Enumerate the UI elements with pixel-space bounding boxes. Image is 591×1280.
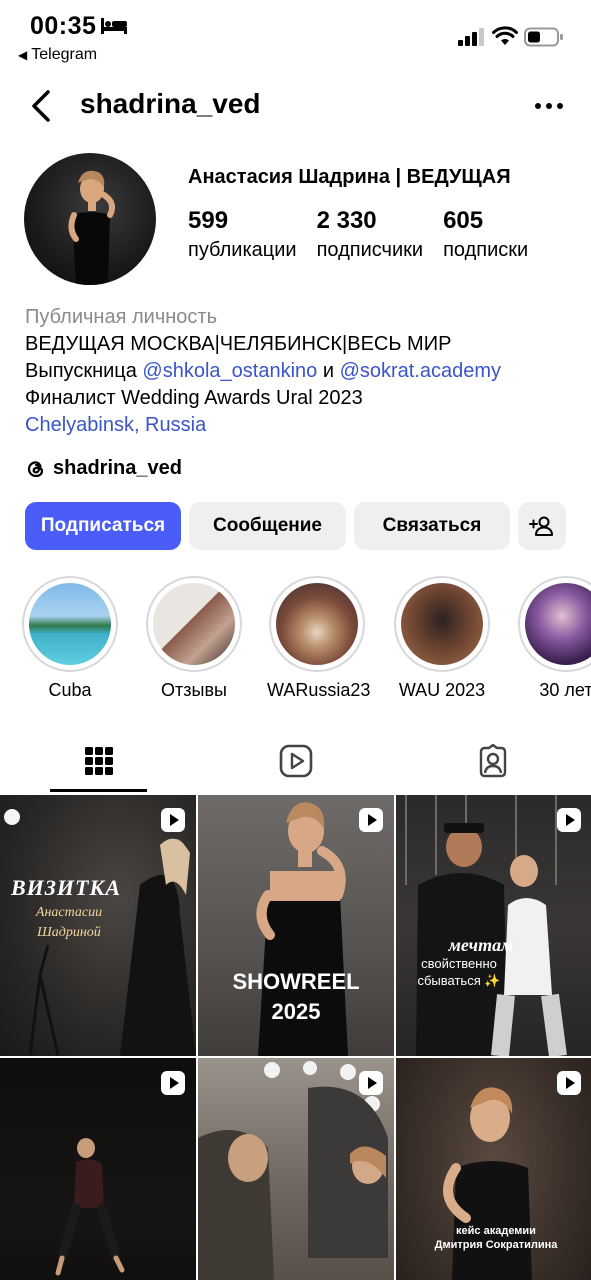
reel-badge-icon xyxy=(161,1071,185,1095)
profile-content-tabs xyxy=(0,728,591,794)
cellular-signal-icon xyxy=(458,28,484,46)
highlight-cuba[interactable]: Cuba xyxy=(20,576,120,701)
post-subtitle: Анастасии Шадриной xyxy=(35,905,103,940)
contact-button[interactable]: Связаться xyxy=(354,502,510,550)
status-bar: 00:35 ◀ Telegram xyxy=(0,0,591,78)
profile-nav-bar: shadrina_ved xyxy=(0,80,591,132)
stat-followers[interactable]: 2 330 подписчики xyxy=(317,206,423,264)
post-tile[interactable]: кейс академии Дмитрия Сократилина xyxy=(396,1058,591,1280)
wifi-icon xyxy=(492,26,518,45)
highlight-ring xyxy=(394,576,490,672)
bio-line: Финалист Wedding Awards Ural 2023 xyxy=(25,387,363,409)
post-title: SHOWREEL xyxy=(232,969,360,994)
sleep-focus-icon xyxy=(101,18,127,34)
highlight-label: WAU 2023 xyxy=(398,680,486,700)
more-options-icon[interactable] xyxy=(534,102,564,110)
bio-text: Выпускница xyxy=(25,360,143,382)
post-subtitle: свойственно сбываться ✨ xyxy=(417,956,501,988)
profile-category: Публичная личность xyxy=(25,306,217,328)
stat-following[interactable]: 605 подписки xyxy=(443,206,528,264)
bio-text: и xyxy=(317,360,340,382)
highlight-warussia23[interactable]: WARussia23 xyxy=(267,576,371,701)
highlight-cover xyxy=(525,583,591,665)
posts-grid: ВИЗИТКА Анастасии Шадриной SHOWREEL 2025 xyxy=(0,795,591,1280)
tagged-icon xyxy=(479,744,506,778)
stat-value: 605 xyxy=(443,207,484,234)
highlight-label: Cuba xyxy=(48,680,92,700)
post-tile[interactable]: SHOWREEL 2025 xyxy=(198,795,394,1056)
post-tile[interactable]: мечтам свойственно сбываться ✨ xyxy=(396,795,591,1056)
post-subtitle: Дмитрия Сократилина xyxy=(434,1239,558,1251)
mention-link[interactable]: @sokrat.academy xyxy=(340,360,501,382)
bio-line-mentions: Выпускница @shkola_ostankino и @sokrat.a… xyxy=(25,358,501,385)
profile-avatar[interactable] xyxy=(24,153,156,285)
location-link[interactable]: Chelyabinsk, Russia xyxy=(25,412,501,439)
avatar-photo xyxy=(68,170,115,285)
threads-link[interactable]: shadrina_ved xyxy=(25,457,182,480)
profile-username: shadrina_ved xyxy=(80,88,261,119)
back-triangle-icon: ◀ xyxy=(18,48,28,62)
reel-badge-icon xyxy=(557,808,581,832)
post-thumbnail xyxy=(405,795,567,1056)
post-tile[interactable] xyxy=(198,1058,394,1280)
threads-icon xyxy=(27,460,44,477)
stat-value: 599 xyxy=(188,207,229,234)
profile-full-name: Анастасия Шадрина | ВЕДУЩАЯ xyxy=(188,166,511,188)
follow-button[interactable]: Подписаться xyxy=(25,502,181,550)
add-user-icon xyxy=(529,516,553,536)
highlight-label: Отзывы xyxy=(161,680,227,700)
status-time: 00:35 xyxy=(30,12,97,40)
post-tile[interactable] xyxy=(0,1058,196,1280)
reel-badge-icon xyxy=(161,808,185,832)
back-to-app-link[interactable]: ◀ Telegram xyxy=(18,46,97,64)
highlight-label: WARussia23 xyxy=(267,680,371,700)
reels-icon xyxy=(279,744,312,778)
highlight-ring xyxy=(518,576,591,672)
bio-line: ВЕДУЩАЯ МОСКВА|ЧЕЛЯБИНСК|ВЕСЬ МИР xyxy=(25,333,452,355)
message-button[interactable]: Сообщение xyxy=(189,502,346,550)
highlight-cover xyxy=(153,583,235,665)
stat-label: подписчики xyxy=(316,239,424,261)
threads-handle: shadrina_ved xyxy=(53,457,182,479)
post-subtitle: 2025 xyxy=(271,999,321,1024)
highlight-cover xyxy=(29,583,111,665)
post-title: ВИЗИТКА xyxy=(10,875,122,900)
tab-posts-grid[interactable] xyxy=(0,728,197,794)
back-app-label: Telegram xyxy=(31,46,98,63)
back-arrow-icon[interactable] xyxy=(28,88,54,124)
highlight-ring xyxy=(269,576,365,672)
highlight-reviews[interactable]: Отзывы xyxy=(144,576,244,701)
grid-icon xyxy=(84,747,113,775)
profile-stats: 599 публикации 2 330 подписчики 605 подп… xyxy=(188,206,548,264)
stat-label: подписки xyxy=(443,239,529,261)
active-tab-indicator xyxy=(50,789,147,792)
post-title: кейс академии xyxy=(456,1225,536,1237)
highlight-wau2023[interactable]: WAU 2023 xyxy=(392,576,492,701)
stat-posts[interactable]: 599 публикации xyxy=(188,206,297,264)
post-title: мечтам xyxy=(448,935,514,955)
post-tile[interactable]: ВИЗИТКА Анастасии Шадриной xyxy=(0,795,196,1056)
story-highlights: Cuba Отзывы WARussia23 WAU 2023 30 лет xyxy=(0,576,591,706)
reel-badge-icon xyxy=(557,1071,581,1095)
tab-tagged[interactable] xyxy=(394,728,591,794)
suggest-users-button[interactable] xyxy=(518,502,566,550)
highlight-ring xyxy=(22,576,118,672)
stat-label: публикации xyxy=(188,239,297,261)
highlight-30-years[interactable]: 30 лет xyxy=(516,576,591,701)
highlight-label: 30 лет xyxy=(539,680,591,700)
mention-link[interactable]: @shkola_ostankino xyxy=(142,360,317,382)
highlight-cover xyxy=(401,583,483,665)
profile-bio: Публичная личность ВЕДУЩАЯ МОСКВА|ЧЕЛЯБИ… xyxy=(25,304,501,439)
battery-icon xyxy=(524,27,563,47)
highlight-cover xyxy=(276,583,358,665)
reel-badge-icon xyxy=(359,1071,383,1095)
highlight-ring xyxy=(146,576,242,672)
stat-value: 2 330 xyxy=(316,207,377,234)
tab-reels[interactable] xyxy=(197,728,394,794)
reel-badge-icon xyxy=(359,808,383,832)
